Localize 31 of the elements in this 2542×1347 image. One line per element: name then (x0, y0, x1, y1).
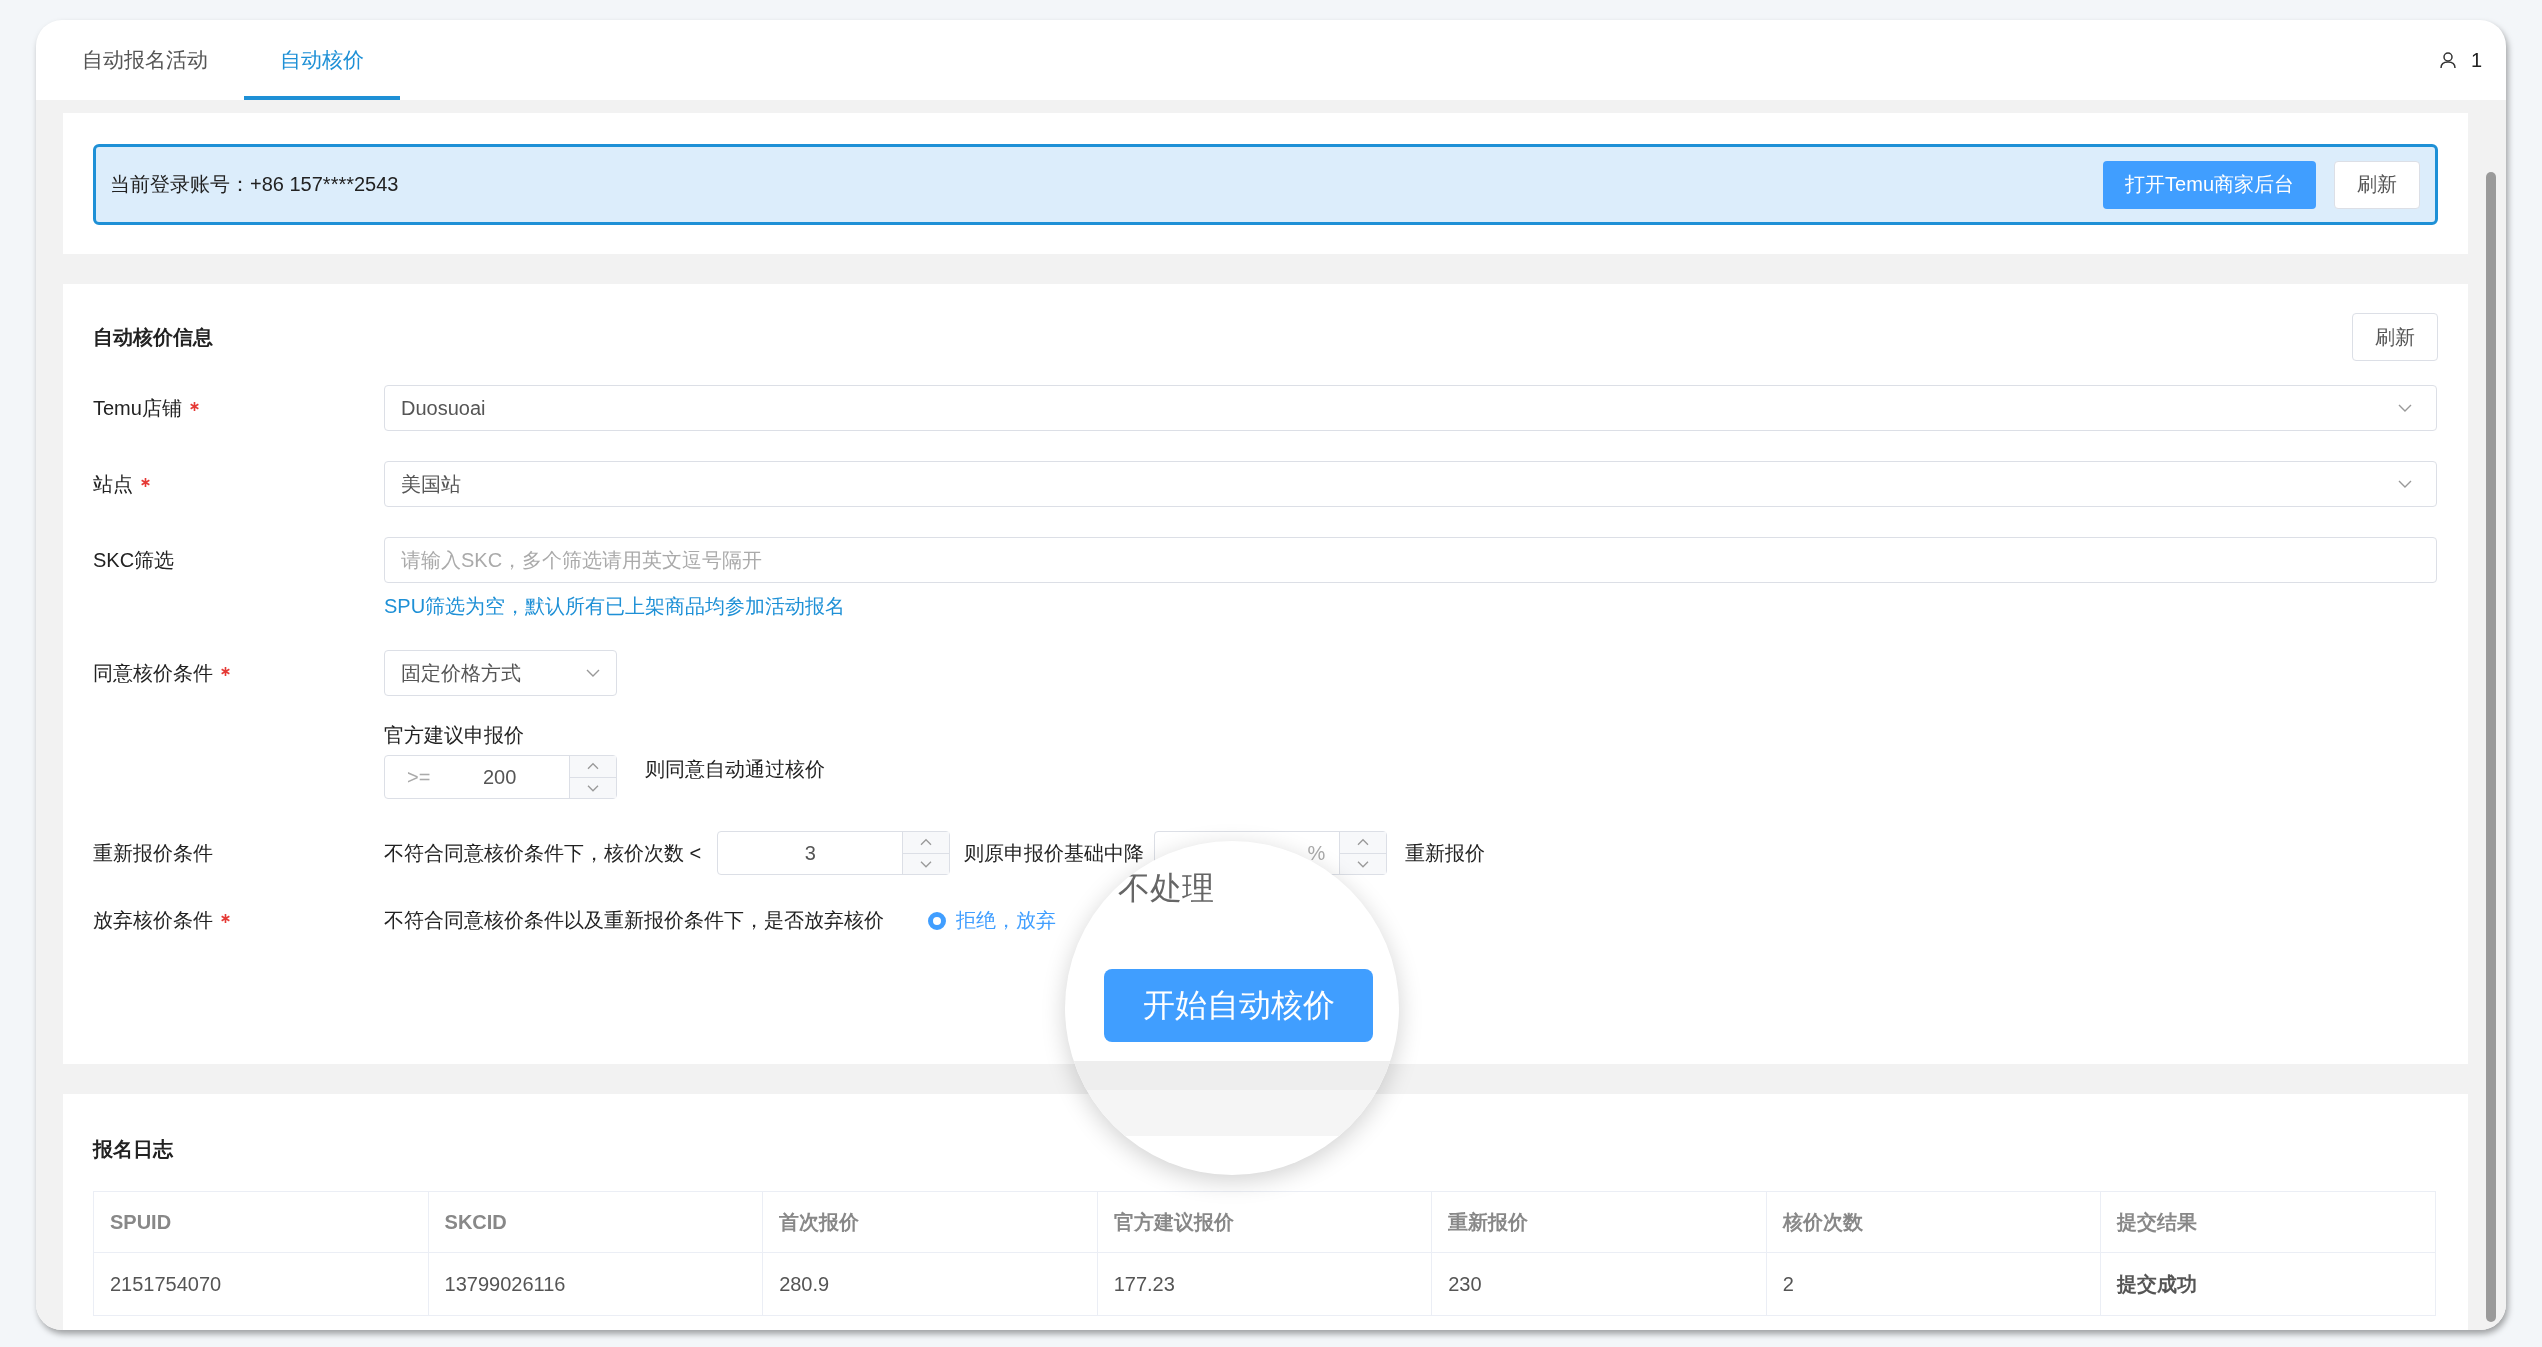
column-header: 重新报价 (1431, 1191, 1767, 1253)
condition-text: 不符合同意核价条件以及重新报价条件下，是否放弃核价 (384, 908, 884, 933)
field-label: 重新报价条件 (93, 840, 213, 866)
condition-text: 则原申报价基础中降 (964, 840, 1145, 866)
hint-text: SPU筛选为空，默认所有已上架商品均参加活动报名 (384, 594, 847, 619)
column-header: 首次报价 (762, 1191, 1098, 1253)
column-header: 官方建议报价 (1097, 1191, 1432, 1253)
column-header: 提交结果 (2100, 1191, 2436, 1253)
table-cell: 177.23 (1097, 1252, 1432, 1316)
column-header: SKCID (428, 1191, 763, 1253)
table-cell: 280.9 (762, 1252, 1098, 1316)
column-header: 核价次数 (1766, 1191, 2101, 1253)
condition-text: 重新报价 (1405, 840, 1486, 866)
field-label: SKC筛选 (93, 547, 175, 573)
table-cell: 13799026116 (428, 1252, 763, 1316)
column-header: SPUID (93, 1191, 429, 1253)
field-label: Temu店铺 (93, 394, 199, 422)
sub-label: 官方建议申报价 (384, 723, 525, 748)
field-label: 放弃核价条件 (93, 907, 230, 934)
table-cell: 2 (1766, 1252, 2101, 1316)
section-title: 自动核价信息 (93, 324, 213, 350)
condition-text: 不符合同意核价条件下，核价次数 < (384, 840, 702, 866)
condition-text: 则同意自动通过核价 (645, 756, 825, 782)
account-text: 当前登录账号：+86 157****2543 (110, 172, 399, 197)
table-cell: 2151754070 (93, 1252, 429, 1316)
section-title: 报名日志 (93, 1138, 173, 1160)
field-label: 同意核价条件 (93, 659, 230, 687)
user-count: 1 (2470, 48, 2482, 72)
table-cell: 提交成功 (2100, 1252, 2436, 1316)
table-cell: 230 (1431, 1252, 1767, 1316)
field-label: 站点 (93, 470, 150, 498)
